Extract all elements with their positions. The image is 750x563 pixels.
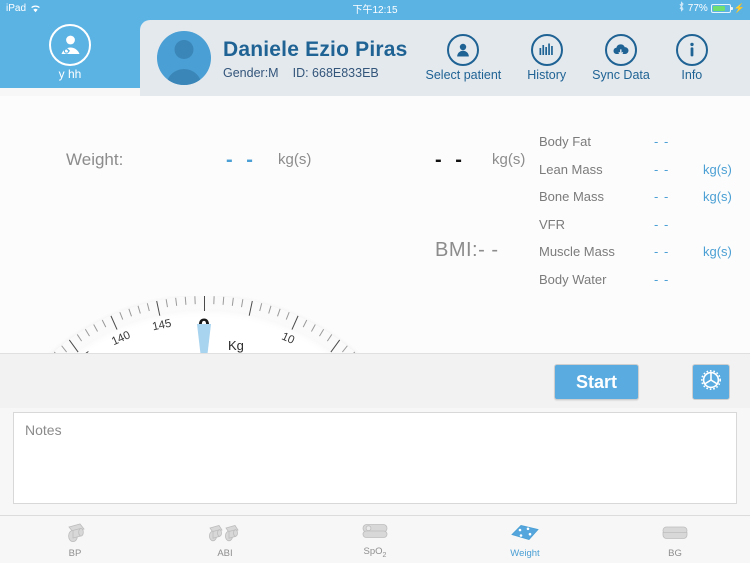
patient-name: Daniele Ezio Piras bbox=[223, 37, 408, 61]
nav-sync-data[interactable]: Sync Data bbox=[592, 34, 650, 82]
dial-unit-label: Kg bbox=[228, 338, 244, 353]
tab-bp[interactable]: BP bbox=[0, 516, 150, 563]
bc-name: Lean Mass bbox=[539, 161, 603, 177]
tab-bp-label: BP bbox=[68, 548, 82, 559]
tab-spo2[interactable]: SpO2 bbox=[300, 516, 450, 563]
doctor-avatar-icon bbox=[49, 24, 91, 66]
battery-icon bbox=[710, 3, 733, 13]
patient-id: ID: 668E833EB bbox=[292, 65, 379, 80]
doctor-profile[interactable]: y hh bbox=[0, 16, 140, 88]
person-icon bbox=[447, 34, 480, 66]
patient-avatar-icon[interactable] bbox=[157, 31, 211, 85]
nav-info-label: Info bbox=[681, 68, 703, 82]
bc-value: - - bbox=[654, 134, 670, 149]
patient-gender: Gender:M bbox=[223, 65, 279, 80]
blood-glucose-meter-icon bbox=[658, 520, 692, 546]
start-button[interactable]: Start bbox=[554, 364, 639, 400]
weight-unit-primary: kg(s) bbox=[278, 151, 312, 168]
table-row: VFR - - bbox=[539, 211, 750, 239]
notes-input[interactable] bbox=[13, 412, 737, 504]
status-bar-right: 77% ⚡ bbox=[678, 1, 745, 15]
weight-row: Weight: - - kg(s) - - kg(s) bbox=[0, 146, 540, 176]
bc-name: Body Water bbox=[539, 271, 607, 287]
action-bar: Start bbox=[0, 353, 750, 408]
weight-dial: 10152025125130135140145 0 Kg bbox=[0, 296, 434, 353]
measurement-panel: Weight: - - kg(s) - - kg(s) BMI:- - Body… bbox=[0, 96, 750, 353]
tab-weight[interactable]: Weight bbox=[450, 516, 600, 563]
weight-unit-secondary: kg(s) bbox=[492, 151, 526, 168]
status-bar-time: 下午12:15 bbox=[352, 4, 398, 16]
status-bar: iPad 下午12:15 77% ⚡ bbox=[0, 0, 750, 16]
weight-scale-icon bbox=[508, 520, 542, 546]
bc-name: Bone Mass bbox=[539, 189, 605, 204]
patient-meta: Gender:M ID: 668E833EB bbox=[223, 66, 408, 80]
bmi-value: BMI:- - bbox=[435, 239, 499, 261]
table-row: Lean Mass - - kg(s) bbox=[539, 156, 750, 184]
cloud-download-icon bbox=[605, 34, 637, 66]
doctor-name: y hh bbox=[58, 67, 82, 81]
body-composition-table: Body Fat - - Lean Mass - - kg(s) Bone Ma… bbox=[539, 128, 750, 293]
tab-bg[interactable]: BG bbox=[600, 516, 750, 563]
bc-value: - - bbox=[654, 189, 670, 204]
nav-sync-data-label: Sync Data bbox=[592, 68, 650, 82]
patient-header-card: Daniele Ezio Piras Gender:M ID: 668E833E… bbox=[140, 20, 750, 96]
header-nav: Select patient History Sync Data Info bbox=[426, 34, 708, 82]
bc-name: Body Fat bbox=[539, 134, 592, 149]
bc-unit: kg(s) bbox=[703, 244, 732, 259]
weight-label: Weight: bbox=[66, 150, 124, 169]
bc-name: VFR bbox=[539, 216, 565, 232]
nav-select-patient-label: Select patient bbox=[425, 68, 502, 82]
table-row: Body Fat - - bbox=[539, 128, 750, 156]
tab-bg-label: BG bbox=[668, 548, 682, 559]
blood-pressure-cuff-icon bbox=[60, 520, 90, 546]
weight-value-secondary: - - bbox=[435, 149, 466, 171]
table-row: Muscle Mass - - kg(s) bbox=[539, 238, 750, 266]
dial-tick-label: 135 bbox=[68, 340, 204, 353]
nav-info[interactable]: Info bbox=[675, 34, 708, 82]
abi-double-cuff-icon bbox=[205, 520, 245, 546]
bc-unit: kg(s) bbox=[703, 161, 732, 177]
app-root: iPad 下午12:15 77% ⚡ y hh Daniele Ezio Pir… bbox=[0, 0, 750, 563]
charging-bolt-icon: ⚡ bbox=[733, 2, 745, 13]
tab-weight-label: Weight bbox=[510, 548, 540, 559]
patient-info: Daniele Ezio Piras Gender:M ID: 668E833E… bbox=[223, 37, 408, 80]
gear-icon bbox=[698, 367, 724, 398]
tab-spo2-label: SpO2 bbox=[363, 546, 387, 559]
bc-unit: kg(s) bbox=[703, 189, 732, 204]
nav-history[interactable]: History bbox=[527, 34, 566, 82]
nav-history-label: History bbox=[527, 68, 567, 82]
bar-chart-icon bbox=[530, 34, 563, 66]
settings-button[interactable] bbox=[692, 364, 730, 400]
dial-needle bbox=[196, 324, 211, 353]
bc-name: Muscle Mass bbox=[539, 244, 615, 259]
bc-value: - - bbox=[654, 216, 670, 232]
bc-value: - - bbox=[654, 161, 670, 177]
bluetooth-icon bbox=[678, 1, 685, 15]
info-icon bbox=[675, 34, 708, 66]
notes-area bbox=[0, 408, 750, 515]
dial-ticks: 10152025125130135140145 bbox=[0, 296, 434, 353]
tab-abi-label: ABI bbox=[217, 548, 233, 559]
nav-select-patient[interactable]: Select patient bbox=[425, 34, 502, 82]
battery-percent: 77% bbox=[687, 2, 708, 14]
pulse-oximeter-icon bbox=[358, 518, 392, 544]
bc-value: - - bbox=[654, 244, 670, 259]
bottom-tab-bar: BP ABI SpO2 Weight BG bbox=[0, 515, 750, 563]
bc-value: - - bbox=[654, 271, 670, 287]
weight-value-primary: - - bbox=[226, 149, 257, 171]
table-row: Body Water - - bbox=[539, 266, 750, 294]
tab-abi[interactable]: ABI bbox=[150, 516, 300, 563]
table-row: Bone Mass - - kg(s) bbox=[539, 183, 750, 211]
